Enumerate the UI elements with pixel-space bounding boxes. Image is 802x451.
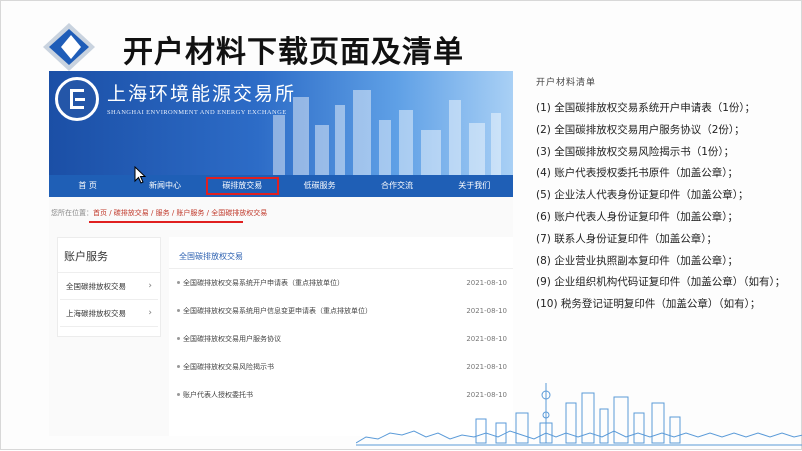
list-item-date: 2021-08-10 (466, 335, 507, 343)
checklist-item: (2) 全国碳排放权交易用户服务协议（2份）； (536, 123, 745, 136)
site-banner: 上海环境能源交易所 SHANGHAI ENVIRONMENT AND ENERG… (49, 71, 513, 175)
presentation-slide: 开户材料下载页面及清单 上海环境能源交易所 SHANGHAI ENVIRONME… (0, 0, 802, 450)
sidebar-item-shanghai[interactable]: 上海碳排放权交易 › (60, 300, 158, 327)
chevron-right-icon: › (148, 308, 152, 318)
bullet-icon (177, 365, 180, 368)
site-name[interactable]: 上海环境能源交易所 (107, 79, 296, 106)
list-item-title[interactable]: 全国碳排放权交易风险揭示书 (183, 363, 274, 371)
emblem-icon[interactable] (55, 77, 99, 121)
list-item-title[interactable]: 全国碳排放权交易系统开户申请表（重点排放单位） (183, 279, 344, 287)
account-materials-checklist: 开户材料清单 (1) 全国碳排放权交易系统开户申请表（1份）； (2) 全国碳排… (536, 75, 796, 316)
checklist-item: (6) 账户代表人身份证复印件（加盖公章）； (536, 210, 738, 223)
bullet-icon (177, 281, 180, 284)
tab-national-carbon-trading[interactable]: 全国碳排放权交易 (169, 237, 513, 269)
site-name-en: SHANGHAI ENVIRONMENT AND ENERGY EXCHANGE (107, 109, 287, 116)
chevron-right-icon: › (148, 281, 152, 291)
list-item-date: 2021-08-10 (466, 279, 507, 287)
breadcrumb-highlight (89, 221, 243, 223)
sidebar-item-label: 上海碳排放权交易 (66, 309, 126, 318)
checklist-item: (5) 企业法人代表身份证复印件（加盖公章）； (536, 189, 749, 202)
bullet-icon (177, 309, 180, 312)
skyline-illustration (356, 383, 802, 446)
checklist-title: 开户材料清单 (536, 78, 597, 88)
sidebar-title: 账户服务 (58, 238, 160, 273)
site-navbar: 首 页 新闻中心 碳排放交易 低碳服务 合作交流 关于我们 (49, 175, 513, 197)
checklist-item: (1) 全国碳排放权交易系统开户申请表（1份）； (536, 102, 756, 114)
sidebar-item-label: 全国碳排放权交易 (66, 282, 126, 291)
checklist-item: (8) 企业营业执照副本复印件（加盖公章）； (536, 254, 738, 267)
list-item[interactable]: 全国碳排放权交易用户服务协议 2021-08-10 (169, 325, 513, 353)
list-item-title[interactable]: 全国碳排放权交易用户服务协议 (183, 335, 281, 343)
breadcrumb-prefix: 您所在位置： (51, 209, 93, 217)
list-item-title[interactable]: 账户代表人授权委托书 (183, 391, 253, 399)
nav-home[interactable]: 首 页 (49, 175, 126, 197)
checklist-item: (7) 联系人身份证复印件（加盖公章）； (536, 232, 717, 245)
account-service-sidebar: 账户服务 全国碳排放权交易 › 上海碳排放权交易 › (57, 237, 161, 337)
nav-low-carbon[interactable]: 低碳服务 (281, 175, 358, 197)
slide-title: 开户材料下载页面及清单 (123, 35, 464, 70)
nav-about[interactable]: 关于我们 (436, 175, 513, 197)
checklist-item: (9) 企业组织机构代码证复印件（加盖公章）（如有）； (536, 276, 786, 289)
slide-logo-icon (43, 23, 95, 71)
sidebar-item-national[interactable]: 全国碳排放权交易 › (60, 273, 158, 300)
nav-carbon-trading[interactable]: 碳排放交易 (204, 175, 281, 197)
breadcrumb-path[interactable]: 首页 / 碳排放交易 / 服务 / 账户服务 / 全国碳排放权交易 (93, 209, 267, 217)
list-item-title[interactable]: 全国碳排放权交易系统用户信息变更申请表（重点排放单位） (183, 307, 372, 315)
checklist-item: (3) 全国碳排放权交易风险揭示书（1份）； (536, 145, 735, 158)
bullet-icon (177, 393, 180, 396)
list-item[interactable]: 全国碳排放权交易系统用户信息变更申请表（重点排放单位） 2021-08-10 (169, 297, 513, 325)
checklist-item: (4) 账户代表授权委托书原件（加盖公章）； (536, 167, 738, 180)
bullet-icon (177, 337, 180, 340)
breadcrumb: 您所在位置：首页 / 碳排放交易 / 服务 / 账户服务 / 全国碳排放权交易 (49, 205, 513, 221)
list-item-date: 2021-08-10 (466, 307, 507, 315)
cursor-icon (134, 166, 147, 184)
checklist-item: (10) 税务登记证明复印件（加盖公章）（如有）； (536, 298, 761, 311)
list-item[interactable]: 全国碳排放权交易系统开户申请表（重点排放单位） 2021-08-10 (169, 269, 513, 297)
nav-cooperation[interactable]: 合作交流 (358, 175, 435, 197)
